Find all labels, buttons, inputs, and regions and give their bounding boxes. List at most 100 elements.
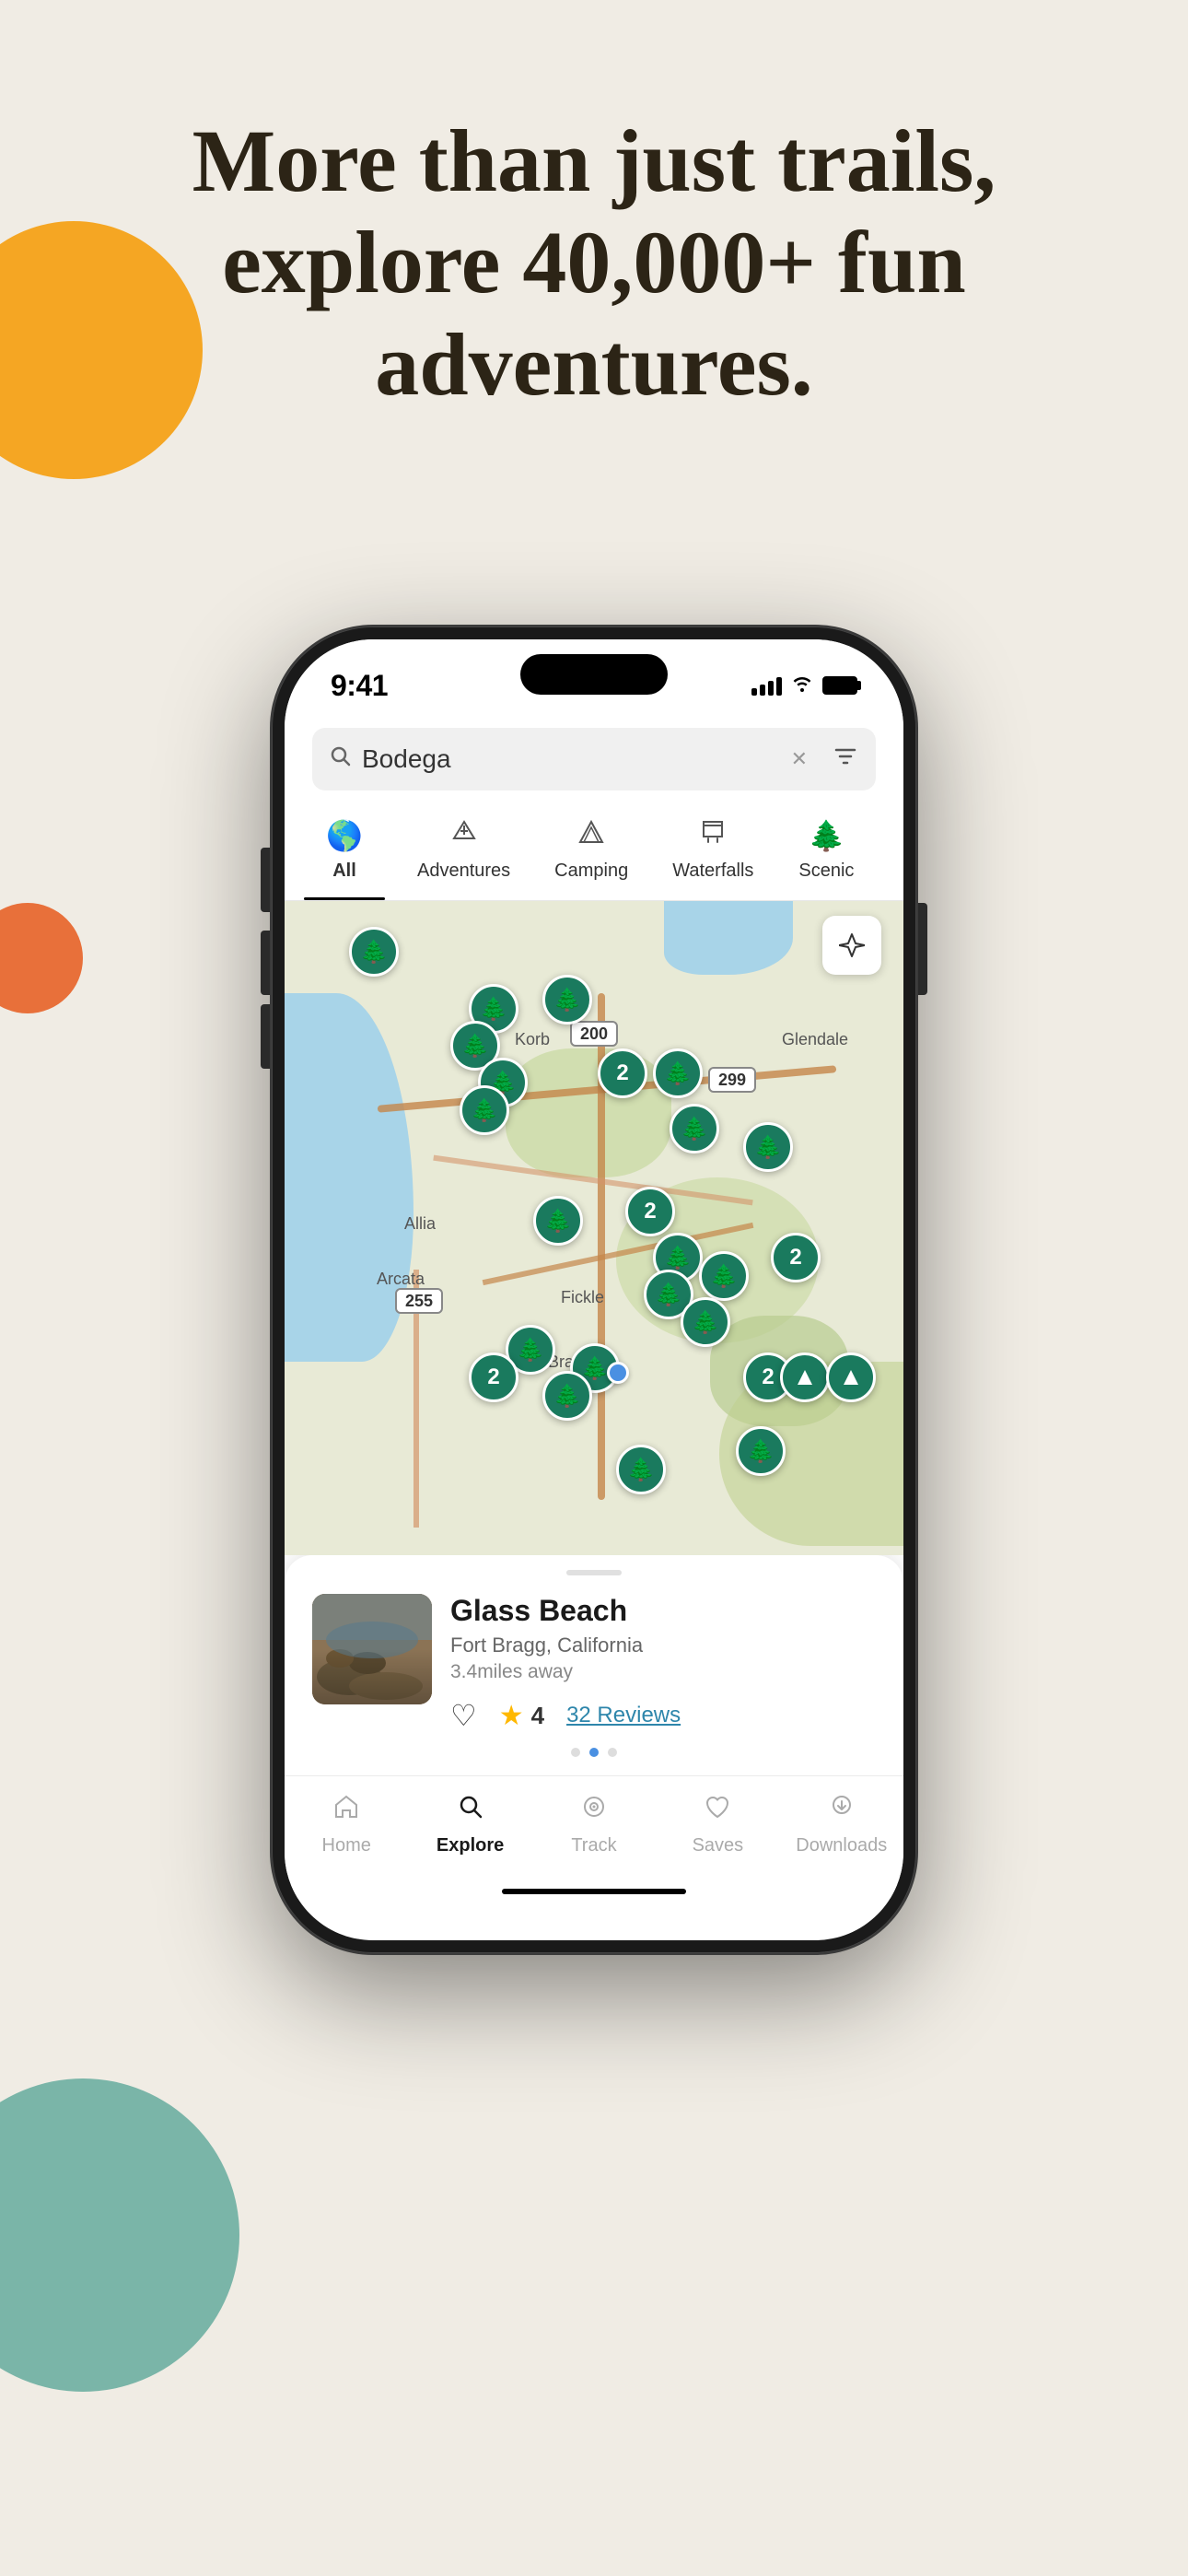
tab-scenic[interactable]: 🌲 Scenic <box>775 809 877 900</box>
explore-icon <box>457 1793 484 1828</box>
heart-button[interactable]: ♡ <box>450 1698 477 1733</box>
map-pin-num-2d[interactable]: 2 <box>469 1352 518 1402</box>
status-time: 9:41 <box>331 669 388 703</box>
place-actions: ♡ ★ 4 32 Reviews <box>450 1698 876 1733</box>
star-rating: ★ 4 <box>499 1700 544 1732</box>
wifi-icon <box>791 673 813 697</box>
search-bar[interactable]: Bodega ✕ <box>312 728 876 790</box>
map-label-glendale: Glendale <box>782 1030 848 1049</box>
tab-camping-icon <box>577 818 605 853</box>
user-location-dot <box>607 1362 629 1384</box>
rating-number: 4 <box>531 1702 544 1730</box>
tab-all-icon: 🌎 <box>326 818 363 853</box>
map-pin-1[interactable]: 🌲 <box>349 927 399 977</box>
dynamic-island <box>520 654 668 695</box>
nav-label-home: Home <box>322 1835 371 1856</box>
map-pin-19[interactable]: 🌲 <box>616 1445 666 1494</box>
bg-decoration-teal <box>0 2078 239 2392</box>
route-299: 299 <box>708 1067 756 1093</box>
signal-icon <box>751 675 782 696</box>
nav-item-explore[interactable]: Explore <box>425 1793 517 1856</box>
place-location: Fort Bragg, California <box>450 1633 876 1657</box>
phone-frame: 9:41 <box>272 626 916 1953</box>
map-pin-17[interactable]: 🌲 <box>542 1371 592 1421</box>
star-icon: ★ <box>499 1700 524 1732</box>
search-icon <box>331 746 351 772</box>
tab-adventures-label: Adventures <box>417 861 510 882</box>
home-icon <box>332 1793 360 1828</box>
phone-mockup: 9:41 <box>272 626 916 1953</box>
map-pin-6[interactable]: 🌲 <box>460 1085 509 1135</box>
map-label-arcata: Arcata <box>377 1270 425 1289</box>
map-water-top-right <box>664 901 793 975</box>
map-pin-triangle[interactable] <box>780 1352 830 1402</box>
dot-3 <box>608 1748 617 1757</box>
map-pin-10[interactable]: 🌲 <box>533 1196 583 1246</box>
place-distance: 3.4miles away <box>450 1661 876 1683</box>
route-200: 200 <box>570 1021 618 1047</box>
headline-text: More than just trails, explore 40,000+ f… <box>74 111 1114 416</box>
headline-section: More than just trails, explore 40,000+ f… <box>0 111 1188 416</box>
map-pin-18[interactable]: 🌲 <box>736 1426 786 1476</box>
map-label-allia: Allia <box>404 1214 436 1234</box>
place-name: Glass Beach <box>450 1594 876 1628</box>
map-pin-num-2c[interactable]: 2 <box>771 1233 821 1282</box>
tab-all[interactable]: 🌎 All <box>294 809 395 900</box>
reviews-link[interactable]: 32 Reviews <box>566 1703 681 1728</box>
map-pin-14[interactable]: 🌲 <box>681 1297 730 1347</box>
dot-1 <box>571 1748 580 1757</box>
nav-label-saves: Saves <box>693 1835 744 1856</box>
map-pin-triangle2[interactable] <box>826 1352 876 1402</box>
search-filter-icon[interactable] <box>833 746 857 773</box>
search-input[interactable]: Bodega <box>362 744 780 774</box>
bottom-nav: Home Explore <box>285 1775 903 1884</box>
place-info: Glass Beach Fort Bragg, California 3.4mi… <box>450 1594 876 1733</box>
place-card[interactable]: Glass Beach Fort Bragg, California 3.4mi… <box>312 1594 876 1733</box>
category-tabs: 🌎 All Adventures <box>285 790 903 901</box>
nav-label-track: Track <box>571 1835 616 1856</box>
map-label-korb: Korb <box>515 1030 550 1049</box>
status-icons <box>751 673 857 697</box>
tab-all-label: All <box>332 861 356 882</box>
map-pin-3[interactable]: 🌲 <box>542 975 592 1025</box>
home-bar <box>502 1889 686 1894</box>
track-icon <box>580 1793 608 1828</box>
map-area[interactable]: 200 299 255 Korb Glendale Allia Arcata F… <box>285 901 903 1555</box>
map-pin-9[interactable]: 🌲 <box>743 1122 793 1172</box>
map-label-fickle: Fickle <box>561 1288 604 1307</box>
bg-decoration-orange-small <box>0 903 83 1013</box>
map-pin-8[interactable]: 🌲 <box>653 1048 703 1098</box>
nav-label-explore: Explore <box>437 1835 504 1856</box>
card-handle <box>566 1570 622 1575</box>
tab-camping[interactable]: Camping <box>532 809 650 900</box>
battery-icon <box>822 676 857 695</box>
map-pin-num-2b[interactable]: 2 <box>625 1187 675 1236</box>
nav-item-saves[interactable]: Saves <box>671 1793 763 1856</box>
tab-scenic-label: Scenic <box>798 861 854 882</box>
tab-adventures[interactable]: Adventures <box>395 809 532 900</box>
search-section: Bodega ✕ <box>285 713 903 790</box>
tab-camping-label: Camping <box>554 861 628 882</box>
search-clear-icon[interactable]: ✕ <box>791 747 808 771</box>
tab-waterfalls-label: Waterfalls <box>672 861 753 882</box>
card-pagination-dots <box>312 1733 876 1766</box>
location-button[interactable] <box>822 916 881 975</box>
map-pin-12[interactable]: 🌲 <box>699 1251 749 1301</box>
place-thumbnail <box>312 1594 432 1704</box>
nav-item-home[interactable]: Home <box>300 1793 392 1856</box>
phone-screen: 9:41 <box>285 639 903 1940</box>
status-bar: 9:41 <box>285 639 903 713</box>
tab-scenic-icon: 🌲 <box>808 818 844 853</box>
nav-item-downloads[interactable]: Downloads <box>796 1793 888 1856</box>
map-pin-num-2a[interactable]: 2 <box>598 1048 647 1098</box>
nav-label-downloads: Downloads <box>796 1835 887 1856</box>
place-image <box>312 1594 432 1704</box>
dot-2-active <box>589 1748 599 1757</box>
nav-item-track[interactable]: Track <box>548 1793 640 1856</box>
tab-adventures-icon <box>450 818 478 853</box>
tab-waterfalls[interactable]: Waterfalls <box>650 809 775 900</box>
place-card-section: Glass Beach Fort Bragg, California 3.4mi… <box>285 1555 903 1775</box>
saves-icon <box>704 1793 731 1828</box>
downloads-icon <box>828 1793 856 1828</box>
map-pin-7[interactable]: 🌲 <box>670 1104 719 1153</box>
